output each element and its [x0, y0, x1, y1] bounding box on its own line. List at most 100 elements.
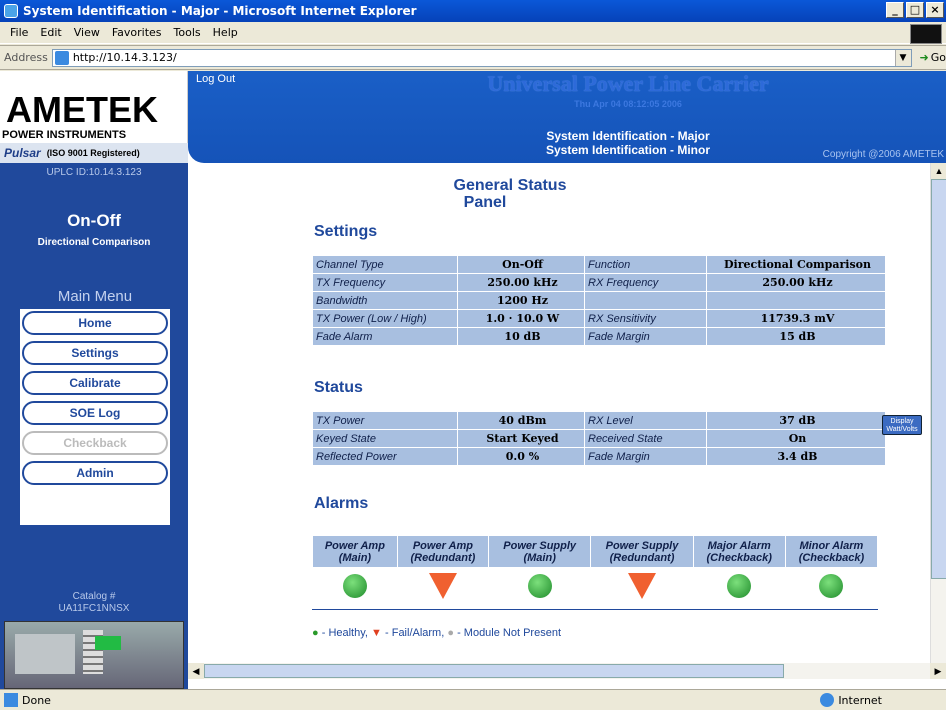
alarm-name: Major Alarm: [707, 539, 771, 552]
scroll-thumb-horizontal[interactable]: [204, 664, 784, 678]
ie-icon: [4, 4, 18, 18]
logout-link[interactable]: Log Out: [196, 73, 235, 85]
logo-panel: AMETEK POWER INSTRUMENTS Pulsar (ISO 900…: [0, 71, 188, 163]
menu-bar: File Edit View Favorites Tools Help: [0, 22, 946, 44]
top-banner: Log Out Universal Power Line Carrier Thu…: [188, 71, 946, 163]
window-controls: _ □ ×: [886, 2, 944, 18]
go-button[interactable]: ➜ Go: [920, 51, 946, 64]
cell-label: Fade Margin: [584, 447, 707, 466]
catalog-number: UA11FC1NNSX: [58, 603, 130, 614]
cell-value: 10 dB: [457, 327, 585, 346]
menu-home-button[interactable]: Home: [22, 311, 168, 335]
window-titlebar: System Identification - Major - Microsof…: [0, 0, 946, 22]
alarm-sub: (Redundant): [410, 551, 476, 564]
catalog-label: Catalog #: [72, 591, 116, 602]
system-id-minor-link[interactable]: System Identification - Minor: [478, 143, 778, 157]
horizontal-scrollbar[interactable]: ◀ ▶: [188, 663, 946, 679]
healthy-dot-icon: ●: [312, 627, 319, 639]
table-row: Keyed State Start Keyed Received State O…: [312, 429, 886, 448]
cell-value: 40 dBm: [457, 411, 585, 430]
pulsar-logo: Pulsar: [4, 146, 41, 160]
cell-label: [584, 291, 707, 310]
alarm-cell: [693, 568, 785, 608]
uplc-id: UPLC ID:10.14.3.123: [46, 167, 142, 178]
menu-settings-button[interactable]: Settings: [22, 341, 168, 365]
menu-favorites[interactable]: Favorites: [112, 26, 162, 39]
fail-dot-icon: ▼: [371, 627, 382, 639]
app-title: Universal Power Line Carrier: [487, 71, 769, 96]
menu-edit[interactable]: Edit: [40, 26, 61, 39]
go-arrow-icon: ➜: [919, 51, 929, 64]
alarm-cell: [591, 568, 693, 608]
system-id-major-link[interactable]: System Identification - Major: [478, 129, 778, 143]
chevron-down-icon[interactable]: ▼: [894, 49, 911, 66]
table-row: TX Frequency 250.00 kHz RX Frequency 250…: [312, 273, 886, 292]
go-label: Go: [930, 51, 946, 64]
alarm-name: Power Supply: [605, 539, 679, 552]
address-url: http://10.14.3.123/: [72, 51, 177, 64]
cell-value: 0.0 %: [457, 447, 585, 466]
alarm-cell: [397, 568, 488, 608]
vertical-scrollbar[interactable]: ▲: [930, 163, 946, 663]
minimize-button[interactable]: _: [886, 2, 904, 18]
device-panel: [15, 634, 75, 674]
menu-tools[interactable]: Tools: [174, 26, 201, 39]
cell-value: 250.00 kHz: [706, 273, 886, 292]
cell-label: Bandwidth: [312, 291, 458, 310]
cell-value: Start Keyed: [457, 429, 585, 448]
status-heading: Status: [314, 379, 363, 396]
alarms-table: Power Amp (Main) Power Amp (Redundant) Pow…: [312, 535, 879, 608]
cell-label: Fade Margin: [584, 327, 707, 346]
cell-label: RX Level: [584, 411, 707, 430]
menu-admin-button[interactable]: Admin: [22, 461, 168, 485]
scroll-thumb[interactable]: [931, 179, 946, 579]
copyright: Copyright @2006 AMETEK: [822, 149, 944, 160]
menu-file[interactable]: File: [10, 26, 28, 39]
security-zone: Internet: [820, 693, 882, 707]
healthy-indicator-icon: [342, 574, 367, 599]
cell-label: TX Frequency: [312, 273, 458, 292]
address-label: Address: [4, 51, 48, 64]
alarm-legend: ● - Healthy, ▼ - Fail/Alarm, ● - Module …: [312, 627, 561, 639]
display-watt-volts-button[interactable]: Display Watt/Volts: [882, 415, 922, 435]
date-label: Thu Apr 04 08:12:05 2006: [574, 99, 682, 109]
alarm-header: Minor Alarm (Checkback): [784, 535, 879, 568]
legend-missing: - Module Not Present: [457, 627, 561, 639]
cell-value: On-Off: [457, 255, 585, 274]
zone-label: Internet: [838, 693, 882, 707]
table-row: Bandwidth 1200 Hz: [312, 291, 886, 310]
scroll-left-icon[interactable]: ◀: [188, 663, 204, 679]
alarm-sub: (Main): [523, 551, 556, 564]
fail-indicator-icon: [428, 573, 457, 600]
alarm-sub: (Checkback): [798, 551, 865, 564]
healthy-indicator-icon: [527, 574, 552, 599]
cell-label: Channel Type: [312, 255, 458, 274]
scroll-up-icon[interactable]: ▲: [931, 163, 946, 179]
table-row: TX Power 40 dBm RX Level 37 dB: [312, 411, 886, 430]
menu-help[interactable]: Help: [213, 26, 238, 39]
table-row: Channel Type On-Off Function Directional…: [312, 255, 886, 274]
cell-value: On: [706, 429, 886, 448]
menu-calibrate-button[interactable]: Calibrate: [22, 371, 168, 395]
address-bar: Address http://10.14.3.123/ ▼ ➜ Go: [0, 45, 946, 70]
scroll-right-icon[interactable]: ▶: [930, 663, 946, 679]
alarm-name: Minor Alarm: [799, 539, 864, 552]
alarm-header: Power Amp (Main): [312, 535, 398, 568]
cell-value: Directional Comparison: [706, 255, 886, 274]
address-input[interactable]: http://10.14.3.123/ ▼: [51, 48, 912, 67]
cell-label: TX Power (Low / High): [312, 309, 458, 328]
cell-label: Keyed State: [312, 429, 458, 448]
alarms-heading: Alarms: [314, 495, 369, 512]
status-table: TX Power 40 dBm RX Level 37 dB Keyed Sta…: [312, 411, 886, 466]
cell-label: RX Frequency: [584, 273, 707, 292]
menu-soe-log-button[interactable]: SOE Log: [22, 401, 168, 425]
cell-value: 250.00 kHz: [457, 273, 585, 292]
alarm-header: Power Supply (Main): [488, 535, 592, 568]
maximize-button[interactable]: □: [906, 2, 924, 18]
table-row: TX Power (Low / High) 1.0 · 10.0 W RX Se…: [312, 309, 886, 328]
missing-dot-icon: ●: [447, 627, 454, 639]
table-row: Reflected Power 0.0 % Fade Margin 3.4 dB: [312, 447, 886, 466]
close-button[interactable]: ×: [926, 2, 944, 18]
alarm-divider: [312, 609, 878, 610]
menu-view[interactable]: View: [74, 26, 100, 39]
